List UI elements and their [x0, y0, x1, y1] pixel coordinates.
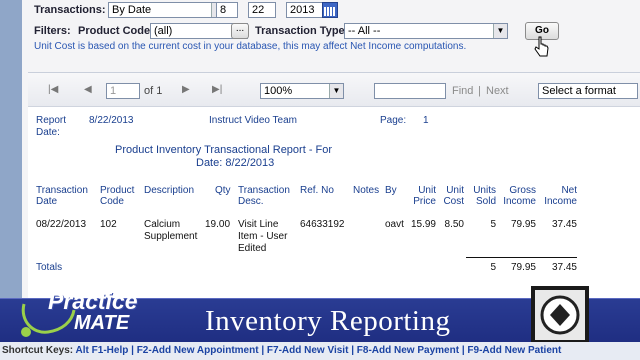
- cell-date: 08/22/2013: [36, 219, 87, 230]
- shortcut-label: Shortcut Keys:: [2, 345, 74, 356]
- report-date-value: 8/22/2013: [89, 115, 134, 126]
- transactions-label: Transactions:: [34, 4, 106, 16]
- page-number-value: 1: [110, 85, 117, 97]
- report-title-line2: Date: 8/22/2013: [196, 157, 275, 169]
- header-transaction-desc: Transaction Desc.: [238, 185, 290, 207]
- date-month-value: 8: [220, 4, 227, 16]
- report-title-line1: Product Inventory Transactional Report -…: [115, 144, 333, 156]
- header-ref-no: Ref. No: [300, 185, 334, 196]
- cell-desc-1: Calcium: [144, 219, 181, 230]
- date-day-field[interactable]: 22: [248, 2, 276, 18]
- brand-cube-icon: [517, 282, 603, 346]
- cell-by: oavt: [385, 219, 404, 230]
- shortcut-sep: |: [261, 345, 265, 356]
- chevron-down-icon: ▼: [329, 84, 343, 98]
- cell-net: 37.45: [551, 219, 577, 230]
- zoom-value: 100%: [264, 85, 293, 97]
- export-format-value: Select a format: [542, 85, 616, 97]
- filters-label: Filters:: [34, 25, 71, 37]
- totals-gross: 79.95: [510, 262, 536, 273]
- cell-code: 102: [100, 219, 117, 230]
- shortcut-add-payment[interactable]: F8-Add New Payment: [357, 345, 459, 356]
- shortcut-sep: |: [351, 345, 355, 356]
- totals-net: 37.45: [551, 262, 577, 273]
- logo-mate: MATE: [74, 312, 130, 334]
- header-description: Description: [144, 185, 195, 196]
- last-page-icon[interactable]: ▶|: [212, 84, 222, 95]
- date-month-field[interactable]: 8: [216, 2, 238, 18]
- date-day-value: 22: [252, 4, 265, 16]
- prev-page-icon[interactable]: ◀: [84, 84, 92, 95]
- find-input[interactable]: [374, 83, 446, 99]
- report-date-label-2: Date:: [36, 127, 60, 138]
- transaction-type-value: -- All --: [348, 25, 381, 37]
- report-page-label: Page:: [380, 115, 407, 126]
- first-page-icon[interactable]: |◀: [48, 84, 58, 95]
- header-transaction-date: Transaction Date: [36, 185, 88, 207]
- next-page-icon[interactable]: ▶: [182, 84, 190, 95]
- totals-label: Totals: [36, 262, 63, 273]
- totals-units-sold: 5: [490, 262, 496, 273]
- chevron-down-icon: ▼: [493, 24, 507, 38]
- logo-practice: Practice: [48, 288, 138, 314]
- report-date-label-1: Report: [36, 115, 67, 126]
- cell-tdesc-3: Edited: [238, 243, 267, 254]
- header-gross-income: Gross Income: [503, 185, 536, 207]
- header-product-code: Product Code: [100, 185, 135, 207]
- shortcut-add-patient[interactable]: F9-Add New Patient: [467, 345, 561, 356]
- transactions-value: By Date: [112, 4, 152, 16]
- unit-cost-note: Unit Cost is based on the current cost i…: [34, 41, 467, 52]
- header-unit-price: Unit Price: [413, 185, 436, 207]
- date-year-field[interactable]: 2013: [286, 2, 324, 18]
- zoom-select[interactable]: 100% ▼: [260, 83, 344, 99]
- cell-unit-cost: 8.50: [444, 219, 464, 230]
- transaction-type-label: Transaction Type:: [255, 25, 349, 37]
- report-org: Instruct Video Team: [209, 115, 298, 126]
- banner-title: Inventory Reporting: [205, 305, 451, 337]
- report-toolbar: |◀ ◀ 1 of 1 ▶ ▶| 100% ▼ Find | Next Sele…: [28, 73, 640, 107]
- page-count-label: of 1: [144, 85, 163, 97]
- shortcut-sep: |: [461, 345, 465, 356]
- next-link[interactable]: Next: [486, 85, 509, 97]
- shortcut-sep: |: [131, 345, 134, 356]
- mouse-cursor-icon: [534, 36, 549, 57]
- header-units-sold: Units Sold: [473, 185, 496, 207]
- transactions-select[interactable]: By Date ▼: [108, 2, 226, 18]
- practicemate-logo: Practice MATE: [18, 288, 168, 344]
- product-code-label: Product Code:: [78, 25, 154, 37]
- find-link[interactable]: Find: [452, 85, 473, 97]
- cell-ref: 64633192: [300, 219, 345, 230]
- header-qty: Qty: [215, 185, 231, 196]
- totals-divider: [466, 257, 577, 258]
- header-unit-cost: Unit Cost: [443, 185, 464, 207]
- report-page-value: 1: [423, 115, 429, 126]
- export-format-select[interactable]: Select a format: [538, 83, 638, 99]
- cell-tdesc-1: Visit Line: [238, 219, 279, 230]
- shortcut-add-visit[interactable]: F7-Add New Visit: [267, 345, 349, 356]
- product-code-value: (all): [154, 25, 173, 37]
- page-number-input[interactable]: 1: [106, 83, 140, 99]
- product-lookup-button[interactable]: ...: [231, 23, 249, 39]
- shortcut-bar: Shortcut Keys: Alt F1-Help | F2-Add New …: [0, 342, 640, 360]
- header-net-income: Net Income: [544, 185, 577, 207]
- header-by: By: [385, 185, 397, 196]
- header-notes: Notes: [353, 185, 380, 196]
- transaction-type-select[interactable]: -- All -- ▼: [344, 23, 508, 39]
- cell-units-sold: 5: [490, 219, 496, 230]
- shortcut-add-appointment[interactable]: F2-Add New Appointment: [137, 345, 259, 356]
- cell-desc-2: Supplement: [144, 231, 198, 242]
- toolbar-separator: |: [478, 85, 481, 97]
- calendar-icon[interactable]: [322, 2, 338, 18]
- cell-tdesc-2: Item - User: [238, 231, 288, 242]
- shortcut-help[interactable]: Alt F1-Help: [76, 345, 129, 356]
- cell-qty: 19.00: [205, 219, 231, 230]
- cell-gross: 79.95: [510, 219, 536, 230]
- cell-unit-price: 15.99: [410, 219, 436, 230]
- date-year-value: 2013: [290, 4, 315, 16]
